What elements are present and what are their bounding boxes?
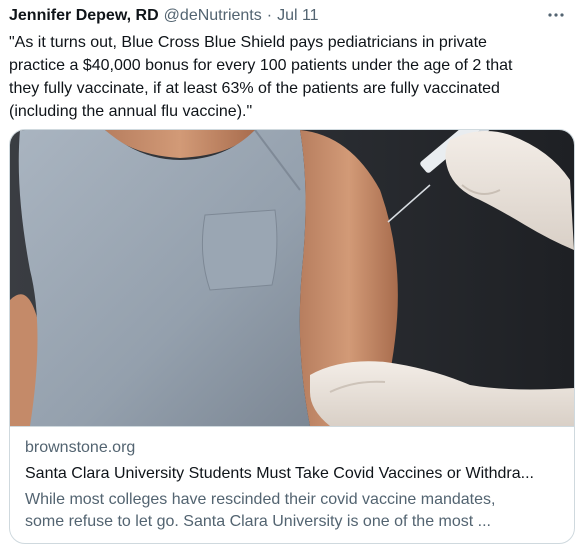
card-domain: brownstone.org [25,439,136,456]
more-options-button[interactable] [542,2,570,28]
tweet-timestamp[interactable]: Jul 11 [277,7,319,25]
card-meta: brownstone.org Santa Clara University St… [10,426,574,543]
card-title[interactable]: Santa Clara University Students Must Tak… [25,465,565,483]
card-description: While most colleges have rescinded their… [25,491,496,530]
more-horizontal-icon [548,13,564,17]
tweet-text: "As it turns out, Blue Cross Blue Shield… [9,34,513,120]
tweet: Jennifer Depew, RD @deNutrients · Jul 11… [0,0,588,554]
author-handle[interactable]: @deNutrients [164,7,262,25]
card-image[interactable] [10,130,574,426]
separator-dot: · [266,7,273,24]
link-preview-card[interactable]: brownstone.org Santa Clara University St… [9,129,575,544]
author-name[interactable]: Jennifer Depew, RD [9,7,159,25]
tweet-header: Jennifer Depew, RD @deNutrients · Jul 11 [9,5,576,27]
